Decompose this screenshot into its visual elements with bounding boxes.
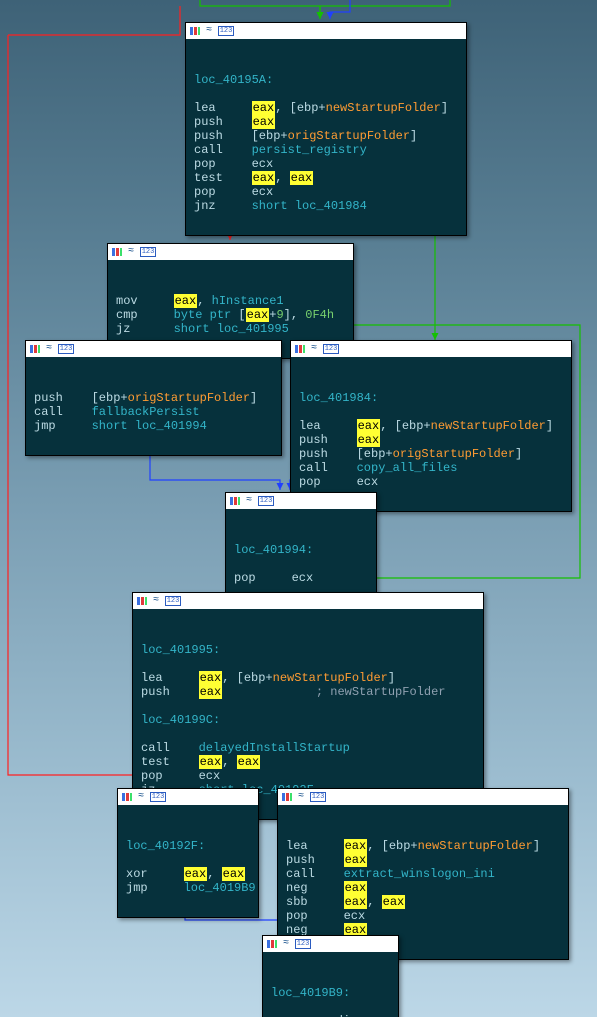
wave-icon: ≈ xyxy=(311,344,317,354)
block-body: push [ebp+origStartupFolder] call fallba… xyxy=(26,357,281,455)
block-401984[interactable]: ≈ 123 loc_401984: lea eax, [ebp+newStart… xyxy=(290,340,572,512)
block-4019B9[interactable]: ≈ 123 loc_4019B9: pop edi pop esi leave … xyxy=(262,935,399,1017)
hex-icon: 123 xyxy=(218,26,234,36)
line xyxy=(234,529,241,543)
hex-icon: 123 xyxy=(150,792,166,802)
block-fallback[interactable]: ≈ 123 push [ebp+origStartupFolder] call … xyxy=(25,340,282,456)
block-header: ≈ 123 xyxy=(118,789,258,805)
wave-icon: ≈ xyxy=(298,792,304,802)
block-label: loc_401984: xyxy=(299,391,378,405)
block-401995[interactable]: ≈ 123 loc_401995: lea eax, [ebp+newStart… xyxy=(132,592,484,820)
block-label: loc_401994: xyxy=(234,543,313,557)
hex-icon: 123 xyxy=(140,247,156,257)
line xyxy=(194,59,201,73)
hex-icon: 123 xyxy=(165,596,181,606)
block-40192F[interactable]: ≈ 123 loc_40192F: xor eax, eax jmp loc_4… xyxy=(117,788,259,918)
wave-icon: ≈ xyxy=(128,247,134,257)
code-lines: lea eax, [ebp+newStartupFolder] push eax… xyxy=(194,101,448,213)
block-body: loc_4019B9: pop edi pop esi leave retn xyxy=(263,952,398,1017)
chart-icon xyxy=(295,345,305,353)
code-lines: push [ebp+origStartupFolder] call fallba… xyxy=(34,391,257,433)
chart-icon xyxy=(267,940,277,948)
block-401994[interactable]: ≈ 123 loc_401994: pop ecx xyxy=(225,492,377,608)
chart-icon xyxy=(190,27,200,35)
block-body: loc_401984: lea eax, [ebp+newStartupFold… xyxy=(291,357,571,511)
hex-icon: 123 xyxy=(323,344,339,354)
line xyxy=(141,629,148,643)
chart-icon xyxy=(230,497,240,505)
hex-icon: 123 xyxy=(58,344,74,354)
chart-icon xyxy=(122,793,132,801)
chart-icon xyxy=(112,248,122,256)
code-lines: lea eax, [ebp+newStartupFolder] push eax… xyxy=(286,839,540,937)
block-label: loc_40195A: xyxy=(194,73,273,87)
line xyxy=(141,699,148,713)
block-body: loc_40195A: lea eax, [ebp+newStartupFold… xyxy=(186,39,466,235)
hex-icon: 123 xyxy=(310,792,326,802)
code-lines: xor eax, eax jmp loc_4019B9 xyxy=(126,867,256,895)
block-label: loc_40192F: xyxy=(126,839,205,853)
wave-icon: ≈ xyxy=(206,26,212,36)
block-label2: loc_40199C: xyxy=(141,713,220,727)
block-label: loc_401995: xyxy=(141,643,220,657)
code-lines: lea eax, [ebp+newStartupFolder] push eax… xyxy=(299,419,553,489)
code-lines: lea eax, [ebp+newStartupFolder] push eax… xyxy=(141,671,445,699)
block-header: ≈ 123 xyxy=(263,936,398,952)
block-label: loc_4019B9: xyxy=(271,986,350,1000)
line xyxy=(299,377,306,391)
block-body: loc_40192F: xor eax, eax jmp loc_4019B9 xyxy=(118,805,258,917)
code-lines: mov eax, hInstance1 cmp byte ptr [eax+9]… xyxy=(116,294,334,336)
wave-icon: ≈ xyxy=(46,344,52,354)
wave-icon: ≈ xyxy=(283,939,289,949)
line xyxy=(126,825,133,839)
code-lines: pop ecx xyxy=(234,571,313,585)
block-header: ≈ 123 xyxy=(186,23,466,39)
wave-icon: ≈ xyxy=(153,596,159,606)
line xyxy=(271,972,278,986)
chart-icon xyxy=(137,597,147,605)
chart-icon xyxy=(30,345,40,353)
block-header: ≈ 123 xyxy=(278,789,568,805)
wave-icon: ≈ xyxy=(138,792,144,802)
block-header: ≈ 123 xyxy=(108,244,353,260)
block-header: ≈ 123 xyxy=(226,493,376,509)
hex-icon: 123 xyxy=(295,939,311,949)
block-40195A[interactable]: ≈ 123 loc_40195A: lea eax, [ebp+newStart… xyxy=(185,22,467,236)
chart-icon xyxy=(282,793,292,801)
block-header: ≈ 123 xyxy=(26,341,281,357)
wave-icon: ≈ xyxy=(246,496,252,506)
hex-icon: 123 xyxy=(258,496,274,506)
block-header: ≈ 123 xyxy=(133,593,483,609)
block-header: ≈ 123 xyxy=(291,341,571,357)
